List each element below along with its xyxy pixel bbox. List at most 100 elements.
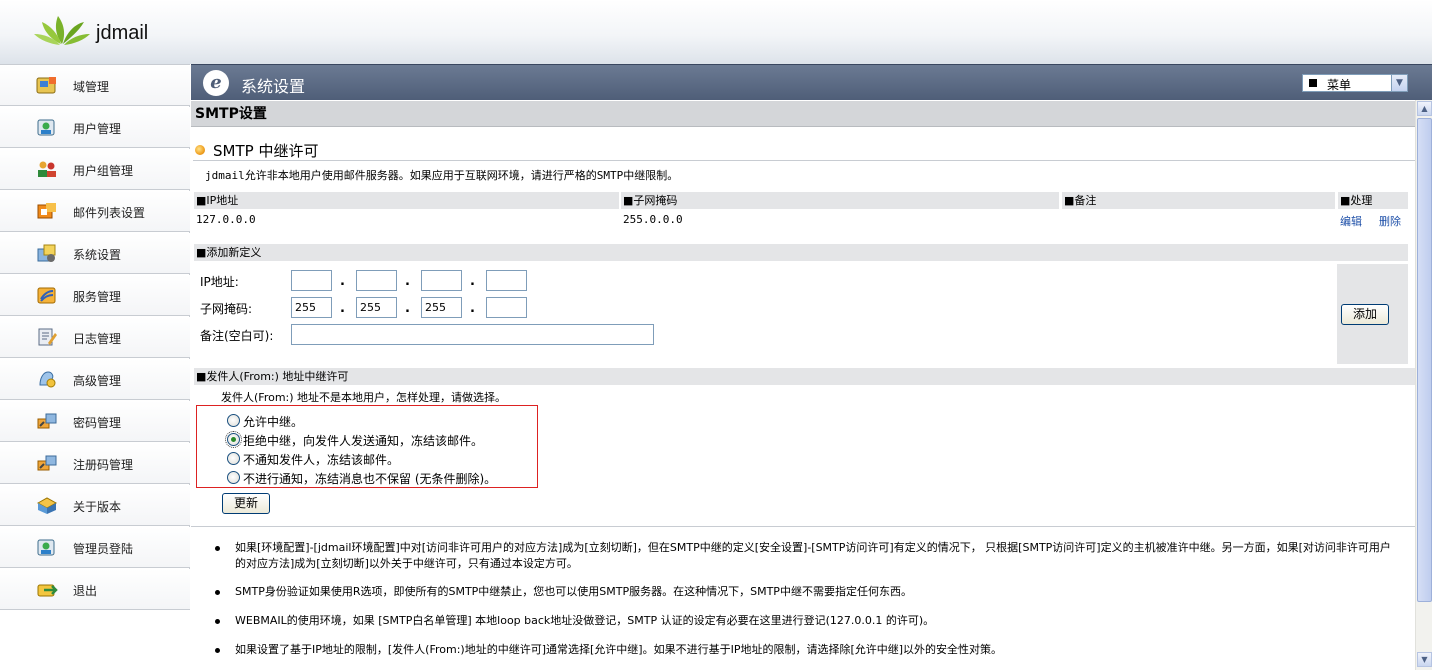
mask-octet-1-input[interactable]: [291, 297, 332, 318]
about-icon: [36, 497, 58, 514]
sidebar-item-label: 退出: [73, 584, 98, 598]
menu-select-value: 菜单: [1327, 78, 1352, 92]
bullet-icon: [215, 619, 220, 624]
note-text: WEBMAIL的使用环境，如果 [SMTP白名单管理] 本地loop back地…: [235, 614, 935, 627]
column-header-note: ■备注: [1062, 192, 1335, 209]
bullet-icon: [215, 590, 220, 595]
relay-description: jdmail允许非本地用户使用邮件服务器。如果应用于互联网环境，请进行严格的SM…: [205, 169, 679, 182]
delete-link[interactable]: 删除: [1379, 213, 1401, 229]
app-header: jdmail: [0, 0, 1432, 64]
notes-divider: [191, 526, 1415, 527]
mask-octet-4-input[interactable]: [486, 297, 527, 318]
sidebar-item-label: 域管理: [73, 80, 110, 94]
system-settings-icon: [37, 244, 56, 262]
sidebar-item-system-settings[interactable]: 系统设置: [0, 233, 190, 274]
mask-octet-2-input[interactable]: [356, 297, 397, 318]
from-relay-heading: ■发件人(From:) 地址中继许可: [194, 368, 1415, 385]
sidebar-item-domain[interactable]: 域管理: [0, 65, 190, 106]
domain-icon: [36, 77, 56, 94]
sidebar: 域管理 用户管理 用户组管理 邮件列表设置 系统设置 服务管理 日志管理 高级管…: [0, 64, 190, 610]
sidebar-item-groups[interactable]: 用户组管理: [0, 149, 190, 190]
sidebar-item-label: 管理员登陆: [73, 542, 134, 556]
radio-label: 允许中继。: [243, 415, 304, 429]
log-icon: [38, 328, 57, 346]
sidebar-item-registration[interactable]: 注册码管理: [0, 443, 190, 484]
sidebar-item-about[interactable]: 关于版本: [0, 485, 190, 526]
service-icon: [37, 287, 56, 304]
column-header-mask: ■子网掩码: [621, 192, 1059, 209]
scroll-down-arrow-icon[interactable]: ▼: [1417, 652, 1432, 667]
radio-label: 拒绝中继，向发件人发送通知，冻结该邮件。: [243, 434, 484, 448]
ip-dot: .: [340, 274, 345, 289]
sidebar-item-label: 用户管理: [73, 122, 122, 136]
add-button[interactable]: 添加: [1341, 304, 1389, 325]
note-text: SMTP身份验证如果使用R选项，即使所有的SMTP中继禁止，您也可以使用SMTP…: [235, 585, 912, 598]
sidebar-item-users[interactable]: 用户管理: [0, 107, 190, 148]
page-title: 系统设置: [241, 77, 306, 96]
bullet-icon: [215, 546, 220, 551]
sidebar-item-label: 邮件列表设置: [73, 206, 146, 220]
admin-login-icon: [37, 539, 55, 556]
vertical-scrollbar[interactable]: ▲ ▼: [1415, 100, 1432, 670]
mask-dot: .: [405, 301, 410, 316]
radio-button[interactable]: [227, 471, 240, 484]
ip-octet-3-input[interactable]: [421, 270, 462, 291]
chevron-down-icon[interactable]: ▼: [1391, 75, 1407, 91]
note-text: 如果设置了基于IP地址的限制，[发件人(From:)地址的中继许可]通常选择[允…: [235, 643, 1003, 656]
bullet-icon: [215, 648, 220, 653]
title-bar: e 系统设置 菜单 ▼: [191, 64, 1432, 100]
ip-dot: .: [470, 274, 475, 289]
column-header-ip: ■IP地址: [194, 192, 619, 209]
mailing-list-icon: [37, 203, 56, 219]
menu-select[interactable]: 菜单 ▼: [1302, 74, 1408, 92]
sidebar-item-password[interactable]: 密码管理: [0, 401, 190, 442]
cell-ip: 127.0.0.0: [196, 213, 256, 226]
group-icon: [38, 161, 56, 177]
sidebar-item-label: 密码管理: [73, 416, 122, 430]
sidebar-item-label: 用户组管理: [73, 164, 134, 178]
ip-dot: .: [405, 274, 410, 289]
radio-label: 不通知发件人，冻结该邮件。: [243, 453, 400, 467]
sidebar-item-service[interactable]: 服务管理: [0, 275, 190, 316]
mask-label: 子网掩码:: [200, 302, 253, 316]
scrollbar-thumb[interactable]: [1417, 118, 1432, 602]
radio-button[interactable]: [227, 414, 240, 427]
note-input[interactable]: [291, 324, 654, 345]
cell-mask: 255.0.0.0: [623, 213, 683, 226]
update-button[interactable]: 更新: [222, 493, 270, 514]
ip-octet-2-input[interactable]: [356, 270, 397, 291]
mask-octet-3-input[interactable]: [421, 297, 462, 318]
ip-label: IP地址:: [200, 275, 239, 289]
scroll-up-arrow-icon[interactable]: ▲: [1417, 101, 1432, 116]
column-header-action: ■处理: [1338, 192, 1408, 209]
leaf-logo-icon: [34, 16, 90, 45]
radio-label: 不进行通知，冻结消息也不保留 (无条件删除)。: [243, 472, 497, 486]
e-logo-icon: e: [203, 70, 229, 96]
mask-dot: .: [340, 301, 345, 316]
note-label: 备注(空白可):: [200, 329, 274, 343]
ip-octet-1-input[interactable]: [291, 270, 332, 291]
add-definition-heading: ■添加新定义: [194, 244, 1408, 261]
section-title: SMTP设置: [191, 101, 1415, 127]
mask-dot: .: [470, 301, 475, 316]
sidebar-item-mailing-list[interactable]: 邮件列表设置: [0, 191, 190, 232]
sidebar-item-label: 日志管理: [73, 332, 122, 346]
relay-options-group: 允许中继。 拒绝中继，向发件人发送通知，冻结该邮件。 不通知发件人，冻结该邮件。…: [196, 405, 538, 488]
sidebar-item-label: 注册码管理: [73, 458, 134, 472]
advanced-icon: [39, 371, 56, 388]
ip-octet-4-input[interactable]: [486, 270, 527, 291]
registration-icon: [37, 455, 57, 471]
edit-link[interactable]: 编辑: [1340, 213, 1362, 229]
bullet-dot-icon: [195, 145, 205, 155]
app-name: jdmail: [96, 22, 149, 44]
sidebar-item-logout[interactable]: 退出: [0, 569, 190, 610]
logout-icon: [37, 584, 58, 597]
sidebar-item-log[interactable]: 日志管理: [0, 317, 190, 358]
radio-button[interactable]: [225, 431, 242, 448]
sidebar-item-advanced[interactable]: 高级管理: [0, 359, 190, 400]
from-relay-description: 发件人(From:) 地址不是本地用户，怎样处理，请做选择。: [221, 391, 507, 404]
radio-button[interactable]: [227, 452, 240, 465]
sidebar-item-label: 系统设置: [73, 248, 122, 262]
relay-subheading-text: SMTP 中继许可: [213, 142, 319, 160]
sidebar-item-admin-login[interactable]: 管理员登陆: [0, 527, 190, 568]
